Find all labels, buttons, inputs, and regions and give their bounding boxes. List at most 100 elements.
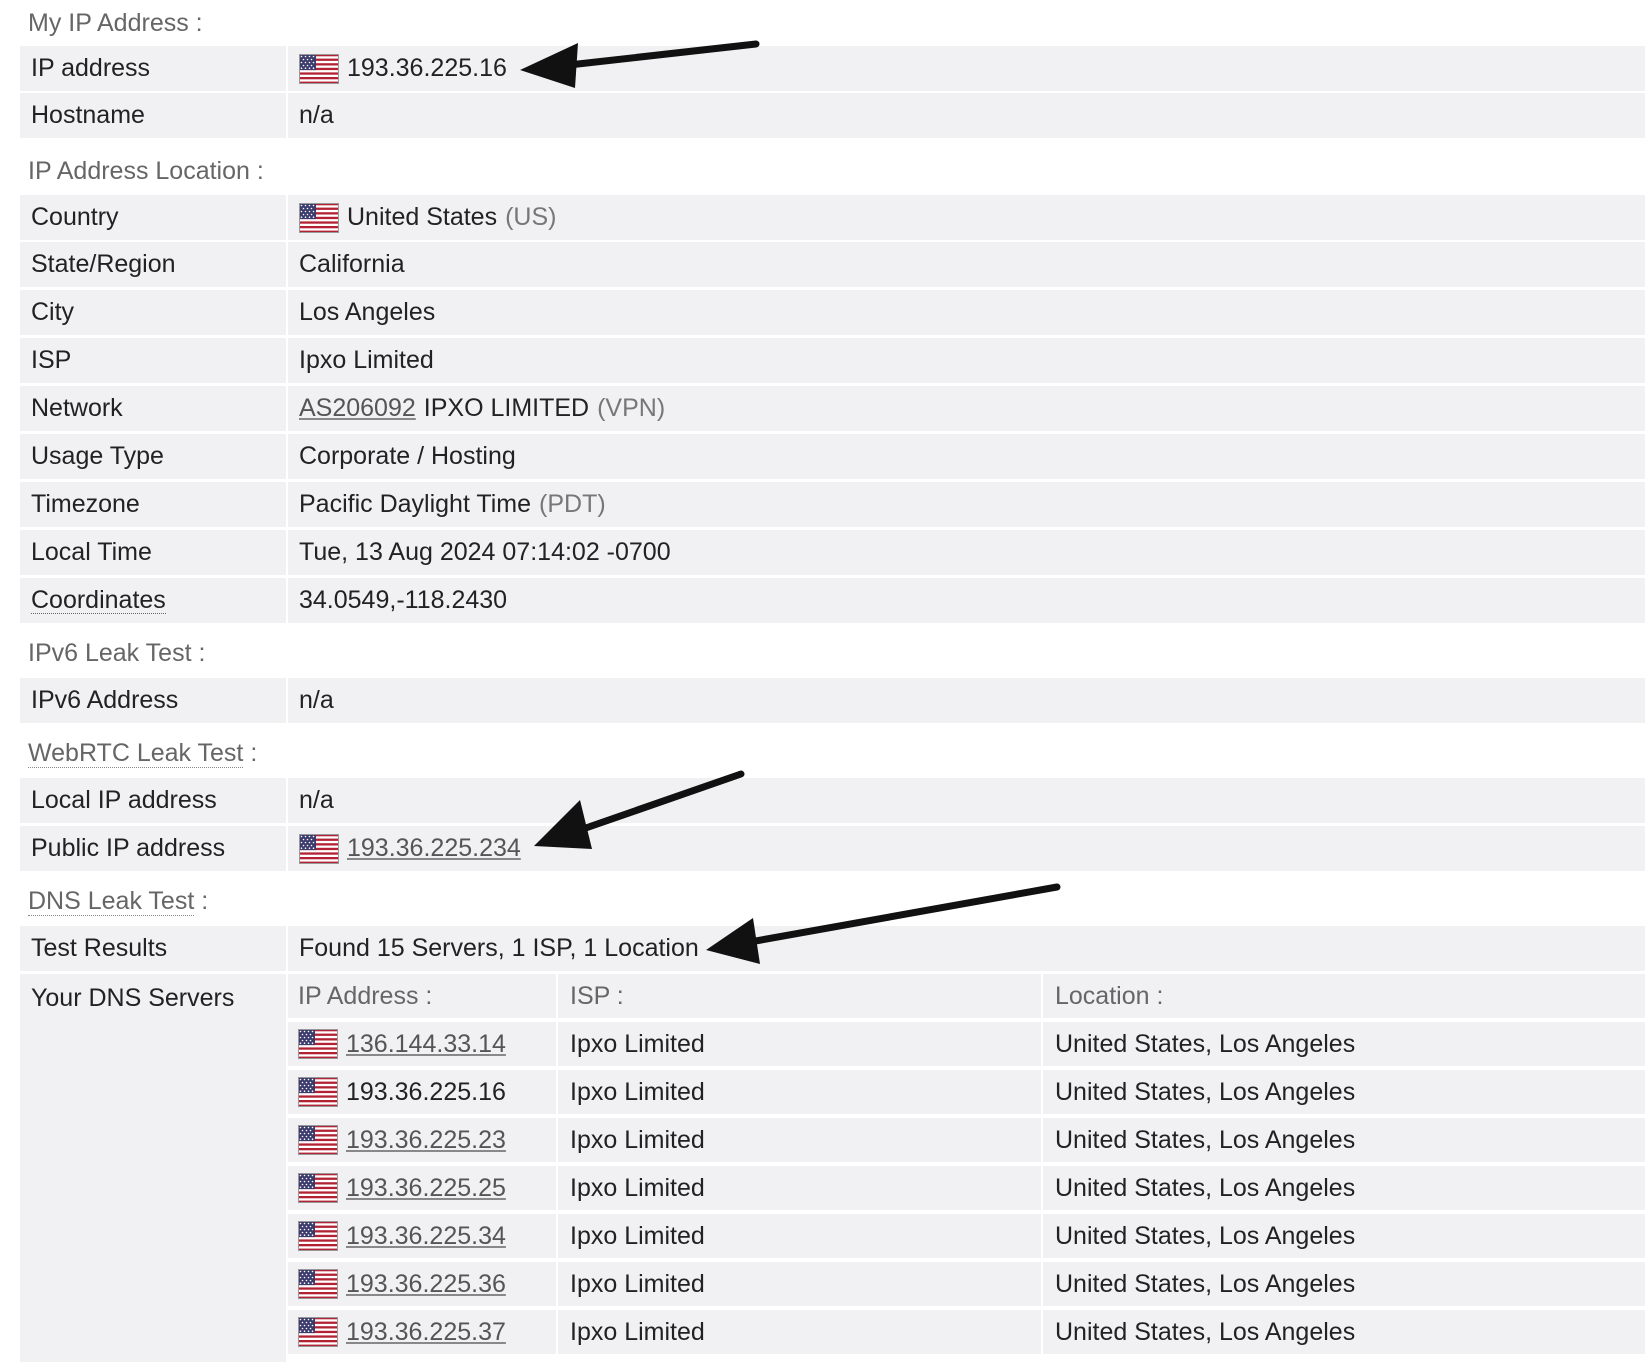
- dns-ip-link[interactable]: 193.36.225.25: [346, 1174, 506, 1203]
- dns-ip-link[interactable]: 193.36.225.34: [346, 1222, 506, 1251]
- city-value: Los Angeles: [288, 290, 1645, 335]
- row-city: City Los Angeles: [20, 290, 1645, 335]
- us-flag-icon: [298, 1269, 338, 1299]
- network-asn-link[interactable]: AS206092: [299, 396, 416, 421]
- col-ip-header: IP Address :: [298, 981, 433, 1010]
- row-hostname: Hostname n/a: [20, 93, 1645, 138]
- dns-ip-cell: 193.36.225.34: [288, 1214, 556, 1258]
- timezone-cell: Pacific Daylight Time (PDT): [288, 482, 1645, 527]
- dns-title[interactable]: DNS Leak Test: [28, 887, 195, 916]
- dns-ip-text: 193.36.225.16: [346, 1077, 506, 1106]
- dns-ip-link[interactable]: 193.36.225.23: [346, 1126, 506, 1155]
- public-ip-cell: 193.36.225.234: [288, 826, 1645, 871]
- ipv6-value: n/a: [288, 678, 1645, 723]
- coordinates-value: 34.0549,-118.2430: [288, 578, 1645, 623]
- country-cell: United States (US): [288, 195, 1645, 240]
- section-location: IP Address Location :: [28, 157, 264, 185]
- row-local-time: Local Time Tue, 13 Aug 2024 07:14:02 -07…: [20, 530, 1645, 575]
- dns-ip-link[interactable]: 193.36.225.37: [346, 1318, 506, 1347]
- country-code: (US): [505, 203, 557, 231]
- row-ip-address: IP address 193.36.225.16: [20, 46, 1645, 91]
- public-ip-label: Public IP address: [20, 826, 286, 871]
- col-location-header: Location :: [1041, 974, 1645, 1018]
- ip-address-cell: 193.36.225.16: [288, 46, 1645, 91]
- dns-location: United States, Los Angeles: [1041, 1022, 1645, 1066]
- us-flag-icon: [298, 1125, 338, 1155]
- dns-isp: Ipxo Limited: [556, 1070, 1041, 1114]
- dns-isp: Ipxo Limited: [556, 1118, 1041, 1162]
- row-test-results: Test Results Found 15 Servers, 1 ISP, 1 …: [20, 926, 1645, 971]
- table-row: 193.36.225.37 Ipxo Limited United States…: [288, 1310, 1645, 1354]
- local-time-value: Tue, 13 Aug 2024 07:14:02 -0700: [288, 530, 1645, 575]
- dns-ip-cell: 193.36.225.37: [288, 1310, 556, 1354]
- row-country: Country United States (US): [20, 195, 1645, 240]
- dns-location: United States, Los Angeles: [1041, 1118, 1645, 1162]
- webrtc-title[interactable]: WebRTC Leak Test: [28, 739, 244, 768]
- isp-label: ISP: [20, 338, 286, 383]
- section-ipv6: IPv6 Leak Test :: [28, 639, 206, 667]
- dns-location: United States, Los Angeles: [1041, 1166, 1645, 1210]
- dns-servers-label: Your DNS Servers: [20, 974, 286, 1362]
- coordinates-label[interactable]: Coordinates: [31, 587, 166, 614]
- dns-location: United States, Los Angeles: [1041, 1310, 1645, 1354]
- us-flag-icon: [298, 1173, 338, 1203]
- dns-ip-cell: 193.36.225.36: [288, 1262, 556, 1306]
- row-state: State/Region California: [20, 242, 1645, 287]
- dns-ip-cell: 136.144.33.14: [288, 1022, 556, 1066]
- dns-isp: Ipxo Limited: [556, 1166, 1041, 1210]
- us-flag-icon: [299, 202, 339, 233]
- row-timezone: Timezone Pacific Daylight Time (PDT): [20, 482, 1645, 527]
- dns-location: United States, Los Angeles: [1041, 1214, 1645, 1258]
- network-name: IPXO LIMITED: [423, 394, 590, 422]
- table-row: 193.36.225.16 Ipxo Limited United States…: [288, 1070, 1645, 1114]
- usage-type-value: Corporate / Hosting: [288, 434, 1645, 479]
- table-row: 193.36.225.23 Ipxo Limited United States…: [288, 1118, 1645, 1162]
- row-public-ip: Public IP address 193.36.225.234: [20, 826, 1645, 871]
- isp-value: Ipxo Limited: [288, 338, 1645, 383]
- test-results-value: Found 15 Servers, 1 ISP, 1 Location: [288, 926, 1645, 971]
- local-time-label: Local Time: [20, 530, 286, 575]
- table-row: 193.36.225.36 Ipxo Limited United States…: [288, 1262, 1645, 1306]
- us-flag-icon: [298, 1077, 338, 1107]
- network-cell: AS206092 IPXO LIMITED (VPN): [288, 386, 1645, 431]
- dns-ip-cell: 193.36.225.25: [288, 1166, 556, 1210]
- local-ip-label: Local IP address: [20, 778, 286, 823]
- local-ip-value: n/a: [288, 778, 1645, 823]
- city-label: City: [20, 290, 286, 335]
- section-webrtc: WebRTC Leak Test :: [28, 739, 258, 768]
- timezone-code: (PDT): [539, 490, 606, 518]
- table-row: 193.36.225.34 Ipxo Limited United States…: [288, 1214, 1645, 1258]
- dns-ip-cell: 193.36.225.23: [288, 1118, 556, 1162]
- row-coordinates: Coordinates 34.0549,-118.2430: [20, 578, 1645, 623]
- dns-isp: Ipxo Limited: [556, 1214, 1041, 1258]
- dns-colon: :: [194, 887, 209, 915]
- us-flag-icon: [298, 1317, 338, 1347]
- dns-ip-link[interactable]: 193.36.225.36: [346, 1270, 506, 1299]
- test-results-label: Test Results: [20, 926, 286, 971]
- dns-ip-link[interactable]: 136.144.33.14: [346, 1030, 506, 1059]
- timezone-value: Pacific Daylight Time: [299, 490, 532, 518]
- us-flag-icon: [299, 53, 339, 84]
- state-value: California: [288, 242, 1645, 287]
- ipv6-label: IPv6 Address: [20, 678, 286, 723]
- table-row: 193.36.225.25 Ipxo Limited United States…: [288, 1166, 1645, 1210]
- public-ip-link[interactable]: 193.36.225.234: [347, 836, 521, 861]
- dns-ip-cell: 193.36.225.16: [288, 1070, 556, 1114]
- section-dns: DNS Leak Test :: [28, 887, 209, 916]
- table-row: 136.144.33.14 Ipxo Limited United States…: [288, 1022, 1645, 1066]
- dns-location: United States, Los Angeles: [1041, 1070, 1645, 1114]
- coordinates-label-cell: Coordinates: [20, 578, 286, 623]
- row-network: Network AS206092 IPXO LIMITED (VPN): [20, 386, 1645, 431]
- state-label: State/Region: [20, 242, 286, 287]
- timezone-label: Timezone: [20, 482, 286, 527]
- row-local-ip: Local IP address n/a: [20, 778, 1645, 823]
- country-label: Country: [20, 195, 286, 240]
- hostname-value: n/a: [288, 93, 1645, 138]
- row-usage-type: Usage Type Corporate / Hosting: [20, 434, 1645, 479]
- col-isp-header: ISP :: [556, 974, 1041, 1018]
- webrtc-colon: :: [243, 739, 258, 767]
- us-flag-icon: [298, 1221, 338, 1251]
- row-ipv6: IPv6 Address n/a: [20, 678, 1645, 723]
- us-flag-icon: [298, 1029, 338, 1059]
- dns-isp: Ipxo Limited: [556, 1262, 1041, 1306]
